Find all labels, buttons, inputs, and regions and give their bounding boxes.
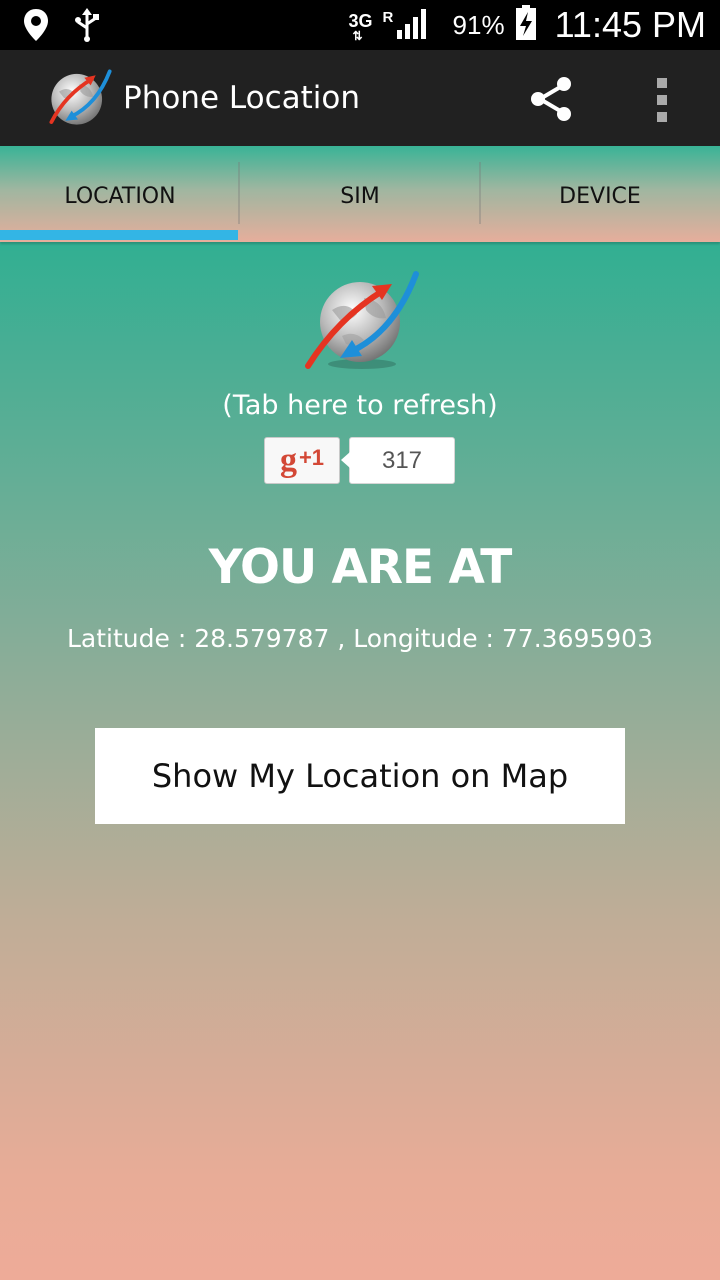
status-bar: 3G R ⇅ 91% 11:45 PM [0, 0, 720, 50]
tab-location[interactable]: LOCATION [0, 146, 240, 242]
tab-device[interactable]: DEVICE [480, 146, 720, 242]
overflow-menu-icon[interactable] [652, 78, 672, 126]
tab-sim-label: SIM [340, 183, 380, 209]
share-icon[interactable] [528, 76, 574, 126]
location-pin-icon [22, 8, 50, 46]
tab-sim[interactable]: SIM [240, 146, 480, 242]
location-heading: YOU ARE AT [208, 540, 513, 595]
action-bar: Phone Location [0, 50, 720, 146]
data-arrows-icon: ⇅ [352, 29, 363, 43]
usb-icon [74, 8, 100, 46]
gplus-count: 317 [341, 437, 455, 484]
battery-percent: 91% [452, 9, 505, 40]
show-on-map-button[interactable]: Show My Location on Map [95, 728, 625, 824]
clock: 11:45 PM [554, 4, 706, 45]
battery-charging-icon [515, 5, 537, 45]
app-title: Phone Location [123, 80, 360, 116]
refresh-hint[interactable]: (Tab here to refresh) [0, 390, 720, 421]
gplus-button[interactable]: g +1 [264, 437, 340, 484]
gplus-label: +1 [298, 444, 325, 470]
network-indicator: 3G R ⇅ [349, 5, 394, 45]
refresh-logo-icon[interactable] [302, 270, 422, 374]
roaming-label: R [382, 9, 394, 26]
tab-location-label: LOCATION [64, 183, 176, 209]
coordinates-text: Latitude : 28.579787 , Longitude : 77.36… [67, 624, 653, 653]
app-logo-icon [40, 66, 116, 134]
tab-selected-indicator [0, 230, 238, 240]
tab-device-label: DEVICE [559, 183, 641, 209]
tab-bar: LOCATION SIM DEVICE [0, 146, 720, 242]
signal-icon [395, 6, 429, 44]
gplus-g-icon: g [279, 441, 297, 479]
